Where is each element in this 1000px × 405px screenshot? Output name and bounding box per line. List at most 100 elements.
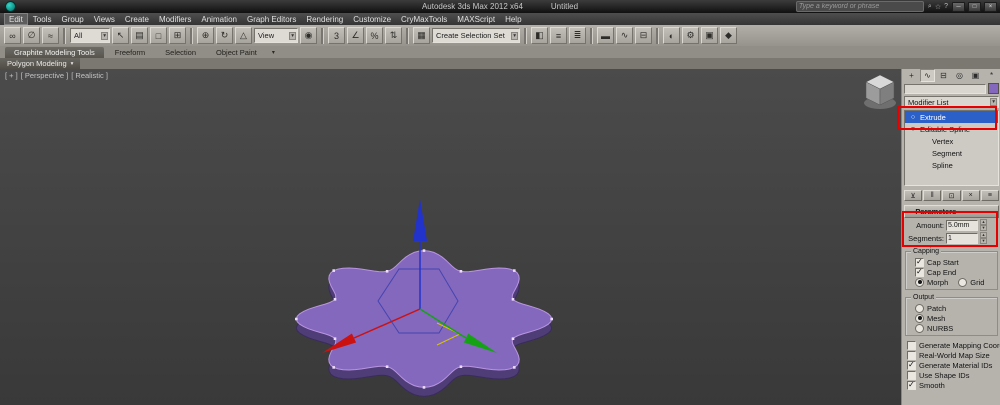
mirror-icon[interactable]: ◧ ▾	[531, 27, 548, 44]
z-axis-arrow[interactable]	[413, 199, 427, 241]
material-editor-icon[interactable]: ◐ ▾	[663, 27, 680, 44]
menu-item[interactable]: Views	[89, 14, 120, 24]
menu-item[interactable]: Help	[500, 14, 526, 24]
tab-display[interactable]: ▣	[968, 69, 983, 82]
ribbon-tab[interactable]: Object Paint	[207, 47, 266, 58]
unlink-selection-icon[interactable]: ∅ ▾	[23, 27, 40, 44]
menu-item[interactable]: Group	[56, 14, 88, 24]
stack-item-extrude[interactable]: ○ Extrude	[905, 111, 998, 123]
selection-filter-dropdown[interactable]: All ▾	[70, 28, 110, 43]
checkbox[interactable]: Cap Start	[907, 257, 996, 267]
menu-item[interactable]: CryMaxTools	[396, 14, 452, 24]
polygon-modeling-tab[interactable]: Polygon Modeling ▾	[0, 58, 81, 69]
select-and-move-icon[interactable]: ⊕ ▾	[197, 27, 214, 44]
favorites-star-icon[interactable]: ☆	[935, 3, 941, 11]
toolbar-item[interactable]: ▾	[656, 27, 659, 44]
select-object-icon[interactable]: ↖ ▾	[112, 27, 129, 44]
modifier-list-dropdown[interactable]: Modifier List ▾	[904, 96, 999, 108]
render-production-icon[interactable]: ◆ ▾	[720, 27, 737, 44]
rendered-frame-window-icon[interactable]: ▣ ▾	[701, 27, 718, 44]
tab-create[interactable]: +	[904, 69, 919, 82]
select-and-rotate-icon[interactable]: ↻ ▾	[216, 27, 233, 44]
help-icon[interactable]: ?	[944, 3, 948, 11]
toolbar-item[interactable]: ▾	[590, 27, 593, 44]
toolbar-item[interactable]: ▾	[321, 27, 324, 44]
viewport-pov-menu[interactable]: [ Perspective ]	[21, 71, 69, 80]
menu-item[interactable]: Tools	[28, 14, 57, 24]
parameters-rollout-header[interactable]: − Parameters	[904, 205, 999, 218]
ribbon-collapse-icon[interactable]: ▾	[272, 49, 275, 56]
curve-editor-icon[interactable]: ∿ ▾	[616, 27, 633, 44]
radio[interactable]: Morph	[909, 277, 948, 287]
remove-modifier-button[interactable]: ×	[961, 190, 980, 201]
angle-snap-icon[interactable]: ∠ ▾	[347, 27, 364, 44]
rectangular-region-icon[interactable]: □ ▾	[150, 27, 167, 44]
menu-item[interactable]: Create	[120, 14, 154, 24]
reference-coordinate-dropdown[interactable]: View ▾	[254, 28, 298, 43]
segments-field[interactable]: 1	[946, 232, 978, 244]
menu-item[interactable]: Rendering	[301, 14, 348, 24]
select-by-name-icon[interactable]: ▤ ▾	[131, 27, 148, 44]
stack-item-editable-spline[interactable]: ▾ Editable Spline	[905, 123, 998, 135]
render-setup-icon[interactable]: ⚙ ▾	[682, 27, 699, 44]
amount-spinner[interactable]: ▴ ▾	[980, 219, 987, 231]
radio[interactable]: Grid	[952, 277, 984, 287]
layer-manager-icon[interactable]: ≣ ▾	[569, 27, 586, 44]
tab-modify[interactable]: ∿	[920, 69, 935, 82]
tab-utilities[interactable]: *	[984, 69, 999, 82]
pin-stack-button[interactable]: ⊻	[904, 190, 923, 201]
object-name-field[interactable]	[904, 83, 986, 94]
menu-item[interactable]: Animation	[196, 14, 242, 24]
stack-item-spline[interactable]: Spline	[905, 159, 998, 171]
viewport-shading-menu[interactable]: [ Realistic ]	[71, 71, 108, 80]
toolbar-item[interactable]: ▾	[524, 27, 527, 44]
named-selection-set-dropdown[interactable]: Create Selection Set ▾	[432, 28, 520, 43]
checkbox[interactable]: Real-World Map Size	[902, 350, 1000, 360]
infocenter-search-input[interactable]: Type a keyword or phrase	[795, 1, 924, 12]
radio[interactable]: NURBS	[907, 323, 996, 333]
maximize-button[interactable]: □	[968, 1, 981, 12]
menu-item[interactable]: Customize	[348, 14, 396, 24]
ribbon-tab[interactable]: Graphite Modeling Tools	[5, 47, 104, 58]
object-color-swatch[interactable]	[988, 83, 999, 94]
menu-item[interactable]: MAXScript	[452, 14, 500, 24]
checkbox[interactable]: Use Shape IDs	[902, 370, 1000, 380]
percent-snap-icon[interactable]: % ▾	[366, 27, 383, 44]
edit-named-selection-sets-icon[interactable]: ▦ ▾	[413, 27, 430, 44]
configure-modifier-sets-button[interactable]: ≡	[980, 190, 1000, 201]
tab-hierarchy[interactable]: ⊟	[936, 69, 951, 82]
radio[interactable]: Mesh	[907, 313, 996, 323]
bind-to-spacewarp-icon[interactable]: ≈ ▾	[42, 27, 59, 44]
use-pivot-center-icon[interactable]: ◉ ▾	[300, 27, 317, 44]
checkbox[interactable]: Generate Mapping Coords.	[902, 340, 1000, 350]
snaps-toggle-icon[interactable]: 3 ▾	[328, 27, 345, 44]
spinner-snap-icon[interactable]: ⇅ ▾	[385, 27, 402, 44]
toolbar-item[interactable]: ▾	[63, 27, 66, 44]
search-icon[interactable]: ⌕	[928, 3, 932, 11]
checkbox[interactable]: Smooth	[902, 380, 1000, 390]
schematic-view-icon[interactable]: ⊟ ▾	[635, 27, 652, 44]
ribbon-tab[interactable]: Selection	[156, 47, 205, 58]
amount-field[interactable]: 5.0mm	[946, 219, 978, 231]
stack-item-vertex[interactable]: Vertex	[905, 135, 998, 147]
menu-item[interactable]: Modifiers	[154, 14, 196, 24]
radio[interactable]: Patch	[907, 303, 996, 313]
toolbar-item[interactable]: ▾	[406, 27, 409, 44]
select-and-scale-icon[interactable]: △ ▾	[235, 27, 252, 44]
segments-spinner[interactable]: ▴ ▾	[980, 232, 987, 244]
viewport-canvas[interactable]	[0, 69, 901, 405]
close-button[interactable]: ×	[984, 1, 997, 12]
show-end-result-button[interactable]: ‖	[923, 190, 942, 201]
viewcube-icon[interactable]	[864, 74, 896, 109]
perspective-viewport[interactable]: [ + ][ Perspective ][ Realistic ]	[0, 69, 901, 405]
menu-item[interactable]: Graph Editors	[242, 14, 301, 24]
tab-motion[interactable]: ◎	[952, 69, 967, 82]
toolbar-item[interactable]: ▾	[190, 27, 193, 44]
window-crossing-icon[interactable]: ⊞ ▾	[169, 27, 186, 44]
viewport-general-menu[interactable]: [ + ]	[5, 71, 18, 80]
graphite-ribbon-toggle-icon[interactable]: ▬ ▾	[597, 27, 614, 44]
menu-item[interactable]: Edit	[4, 13, 28, 25]
make-unique-button[interactable]: ⊡	[942, 190, 961, 201]
checkbox[interactable]: Generate Material IDs	[902, 360, 1000, 370]
ribbon-tab[interactable]: Freeform	[106, 47, 154, 58]
